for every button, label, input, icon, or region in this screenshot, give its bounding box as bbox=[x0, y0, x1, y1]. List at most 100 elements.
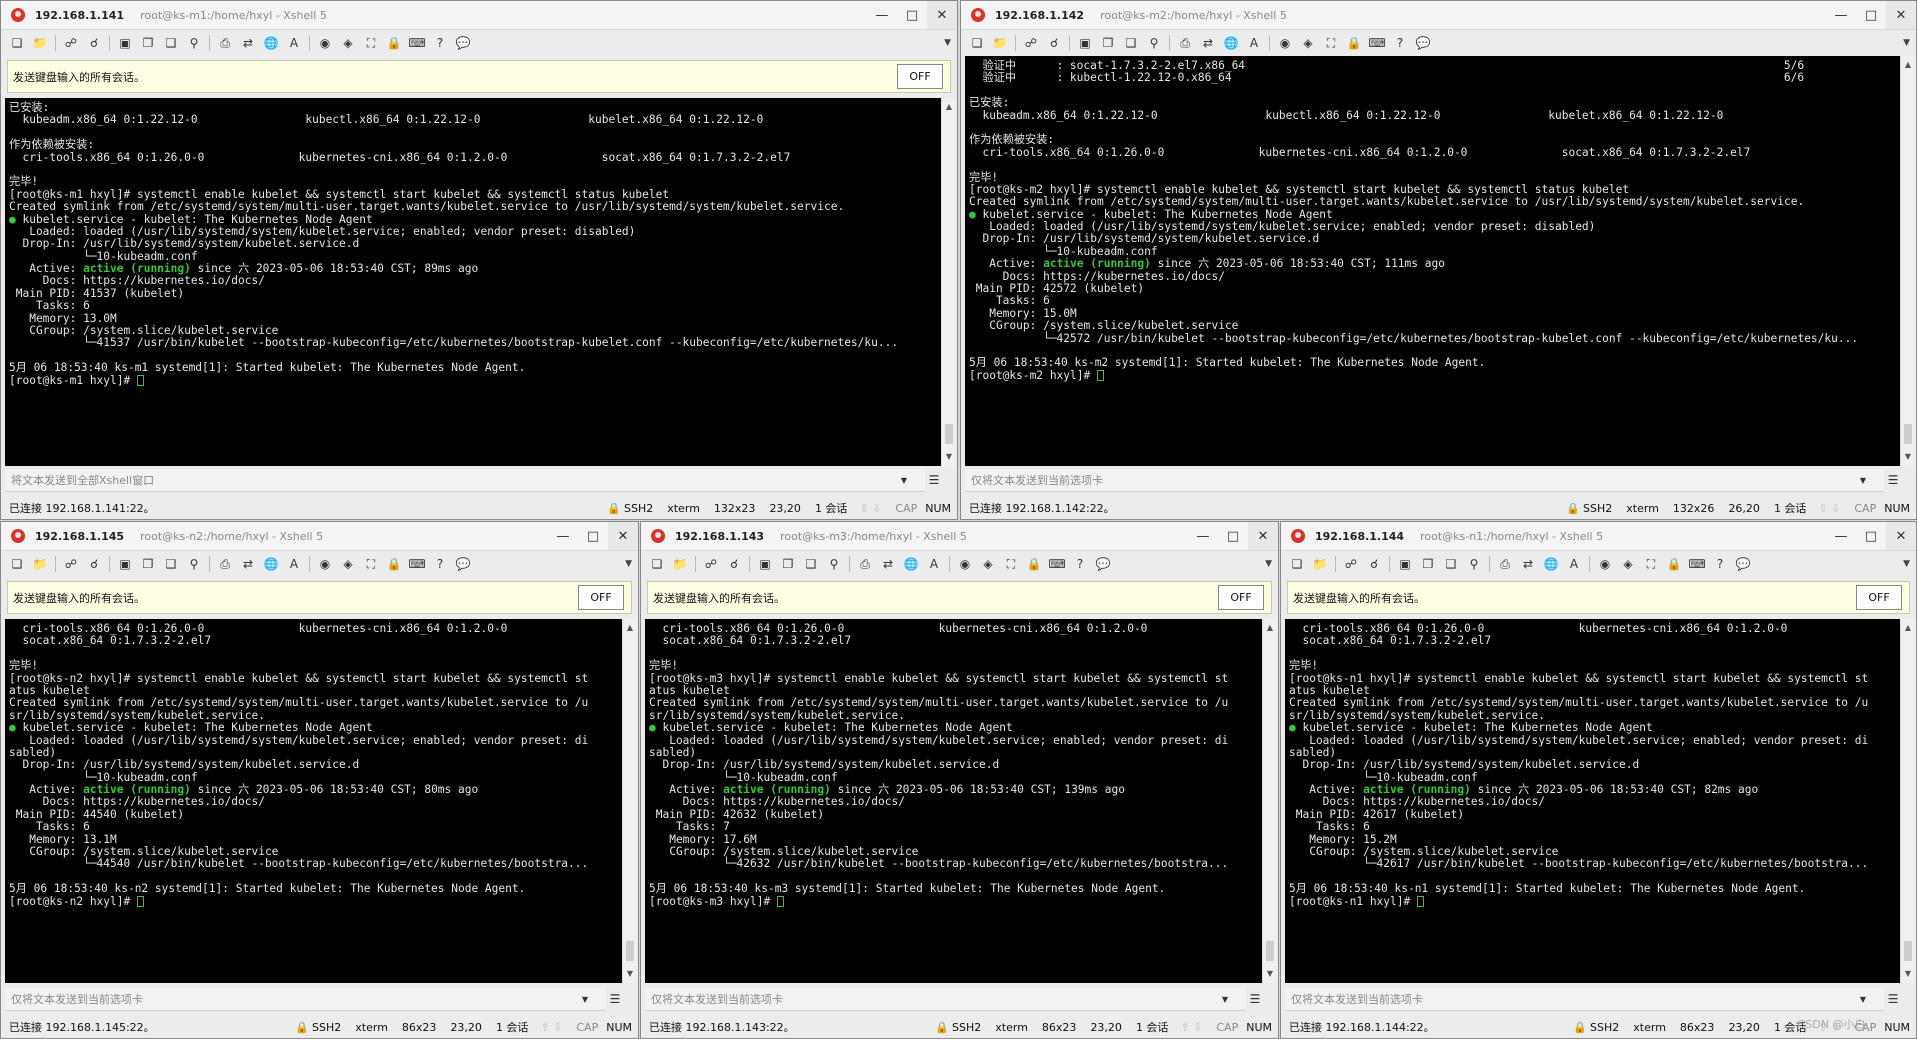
lock-icon[interactable]: 🔒 bbox=[1666, 556, 1682, 572]
chat-icon[interactable]: 💬 bbox=[1095, 556, 1111, 572]
keyboard-icon[interactable]: ⌨ bbox=[408, 35, 425, 51]
nav-arrows-icon[interactable]: ⇧ ⇩ bbox=[1818, 502, 1840, 515]
new-session-icon[interactable]: ❏ bbox=[969, 35, 985, 51]
paste-icon[interactable]: ❑ bbox=[163, 35, 179, 51]
chat-icon[interactable]: 💬 bbox=[1415, 35, 1431, 51]
properties-icon[interactable]: ▣ bbox=[757, 556, 773, 572]
help-icon[interactable]: ? bbox=[1072, 556, 1088, 572]
scroll-up-icon[interactable]: ▲ bbox=[1903, 60, 1913, 70]
copy-icon[interactable]: ❐ bbox=[780, 556, 796, 572]
disconnect-icon[interactable]: ☌ bbox=[86, 35, 102, 51]
compose-menu-icon[interactable]: ☰ bbox=[1248, 992, 1262, 1006]
globe-icon[interactable]: 🌐 bbox=[903, 556, 919, 572]
nav-arrows-icon[interactable]: ⇧ ⇩ bbox=[1180, 1021, 1202, 1034]
new-session-icon[interactable]: ❏ bbox=[649, 556, 665, 572]
close-icon[interactable]: ✕ bbox=[1248, 522, 1278, 550]
tunnel-icon[interactable]: ◈ bbox=[980, 556, 996, 572]
toolbar-overflow-icon[interactable]: ▼ bbox=[625, 559, 632, 569]
compose-input[interactable]: 仅将文本发送到当前选项卡 bbox=[1291, 991, 1423, 1007]
xftp-icon[interactable]: ◉ bbox=[1277, 35, 1293, 51]
copy-icon[interactable]: ❐ bbox=[1420, 556, 1436, 572]
maximize-icon[interactable]: □ bbox=[1218, 522, 1248, 550]
font-icon[interactable]: A bbox=[1566, 556, 1582, 572]
help-icon[interactable]: ? bbox=[1392, 35, 1408, 51]
transfer-icon[interactable]: ⇄ bbox=[240, 35, 256, 51]
fullscreen-icon[interactable]: ⛶ bbox=[1003, 556, 1019, 572]
minimize-icon[interactable]: — bbox=[1826, 1, 1856, 29]
lock-icon[interactable]: 🔒 bbox=[1346, 35, 1362, 51]
disconnect-icon[interactable]: ☌ bbox=[726, 556, 742, 572]
compose-bar[interactable]: 仅将文本发送到当前选项卡 ▼ ☰ bbox=[5, 988, 620, 1011]
print-icon[interactable]: ⎙ bbox=[1497, 556, 1513, 572]
close-icon[interactable]: ✕ bbox=[1886, 522, 1916, 550]
compose-input[interactable]: 将文本发送到全部Xshell窗口 bbox=[11, 472, 154, 488]
print-icon[interactable]: ⎙ bbox=[1177, 35, 1193, 51]
xftp-icon[interactable]: ◉ bbox=[1597, 556, 1613, 572]
compose-bar[interactable]: 仅将文本发送到当前选项卡 ▼ ☰ bbox=[645, 988, 1260, 1011]
scrollbar[interactable]: ▲ ▼ bbox=[941, 98, 956, 466]
scrollbar[interactable]: ▲ ▼ bbox=[1900, 619, 1915, 983]
scroll-up-icon[interactable]: ▲ bbox=[625, 623, 635, 633]
disconnect-icon[interactable]: ☌ bbox=[1366, 556, 1382, 572]
compose-menu-icon[interactable]: ☰ bbox=[1886, 992, 1900, 1006]
font-icon[interactable]: A bbox=[286, 35, 302, 51]
toolbar-overflow-icon[interactable]: ▼ bbox=[1903, 38, 1910, 48]
maximize-icon[interactable]: □ bbox=[1856, 1, 1886, 29]
find-icon[interactable]: ⚲ bbox=[1146, 35, 1162, 51]
tunnel-icon[interactable]: ◈ bbox=[1300, 35, 1316, 51]
compose-dropdown-icon[interactable]: ▼ bbox=[901, 476, 907, 485]
send-all-toggle[interactable]: OFF bbox=[578, 585, 624, 610]
scrollbar[interactable]: ▲ ▼ bbox=[1900, 56, 1915, 466]
terminal[interactable]: cri-tools.x86_64 0:1.26.0-0 kubernetes-c… bbox=[645, 619, 1262, 983]
chat-icon[interactable]: 💬 bbox=[1735, 556, 1751, 572]
compose-input[interactable]: 仅将文本发送到当前选项卡 bbox=[971, 472, 1103, 488]
minimize-icon[interactable]: — bbox=[867, 1, 897, 29]
new-session-icon[interactable]: ❏ bbox=[9, 556, 25, 572]
keyboard-icon[interactable]: ⌨ bbox=[408, 556, 425, 572]
toolbar-overflow-icon[interactable]: ▼ bbox=[944, 38, 951, 48]
properties-icon[interactable]: ▣ bbox=[1397, 556, 1413, 572]
maximize-icon[interactable]: □ bbox=[1856, 522, 1886, 550]
scroll-down-icon[interactable]: ▼ bbox=[1265, 969, 1275, 979]
send-all-toggle[interactable]: OFF bbox=[1218, 585, 1264, 610]
fullscreen-icon[interactable]: ⛶ bbox=[363, 556, 379, 572]
nav-arrows-icon[interactable]: ⇧ ⇩ bbox=[540, 1021, 562, 1034]
nav-arrows-icon[interactable]: ⇧ ⇩ bbox=[859, 502, 881, 515]
xftp-icon[interactable]: ◉ bbox=[317, 556, 333, 572]
reconnect-icon[interactable]: ☍ bbox=[63, 35, 79, 51]
scroll-thumb[interactable] bbox=[1904, 424, 1912, 444]
compose-bar[interactable]: 仅将文本发送到当前选项卡 ▼ ☰ bbox=[965, 469, 1898, 492]
minimize-icon[interactable]: — bbox=[1188, 522, 1218, 550]
copy-icon[interactable]: ❐ bbox=[140, 556, 156, 572]
fullscreen-icon[interactable]: ⛶ bbox=[1643, 556, 1659, 572]
print-icon[interactable]: ⎙ bbox=[217, 35, 233, 51]
reconnect-icon[interactable]: ☍ bbox=[703, 556, 719, 572]
scroll-thumb[interactable] bbox=[945, 424, 953, 444]
properties-icon[interactable]: ▣ bbox=[117, 556, 133, 572]
paste-icon[interactable]: ❑ bbox=[803, 556, 819, 572]
print-icon[interactable]: ⎙ bbox=[857, 556, 873, 572]
fullscreen-icon[interactable]: ⛶ bbox=[1323, 35, 1339, 51]
title-bar[interactable]: 192.168.1.144 root@ks-n1:/home/hxyl - Xs… bbox=[1281, 522, 1916, 551]
transfer-icon[interactable]: ⇄ bbox=[240, 556, 256, 572]
keyboard-icon[interactable]: ⌨ bbox=[1688, 556, 1705, 572]
compose-dropdown-icon[interactable]: ▼ bbox=[1860, 995, 1866, 1004]
paste-icon[interactable]: ❑ bbox=[1443, 556, 1459, 572]
maximize-icon[interactable]: □ bbox=[897, 1, 927, 29]
chat-icon[interactable]: 💬 bbox=[455, 35, 471, 51]
disconnect-icon[interactable]: ☌ bbox=[86, 556, 102, 572]
close-icon[interactable]: ✕ bbox=[927, 1, 957, 29]
terminal[interactable]: cri-tools.x86_64 0:1.26.0-0 kubernetes-c… bbox=[1285, 619, 1900, 983]
properties-icon[interactable]: ▣ bbox=[1077, 35, 1093, 51]
transfer-icon[interactable]: ⇄ bbox=[1200, 35, 1216, 51]
close-icon[interactable]: ✕ bbox=[608, 522, 638, 550]
globe-icon[interactable]: 🌐 bbox=[263, 556, 279, 572]
properties-icon[interactable]: ▣ bbox=[117, 35, 133, 51]
lock-icon[interactable]: 🔒 bbox=[386, 35, 402, 51]
minimize-icon[interactable]: — bbox=[548, 522, 578, 550]
send-all-toggle[interactable]: OFF bbox=[897, 64, 943, 89]
print-icon[interactable]: ⎙ bbox=[217, 556, 233, 572]
compose-input[interactable]: 仅将文本发送到当前选项卡 bbox=[11, 991, 143, 1007]
scrollbar[interactable]: ▲ ▼ bbox=[1262, 619, 1277, 983]
lock-icon[interactable]: 🔒 bbox=[386, 556, 402, 572]
